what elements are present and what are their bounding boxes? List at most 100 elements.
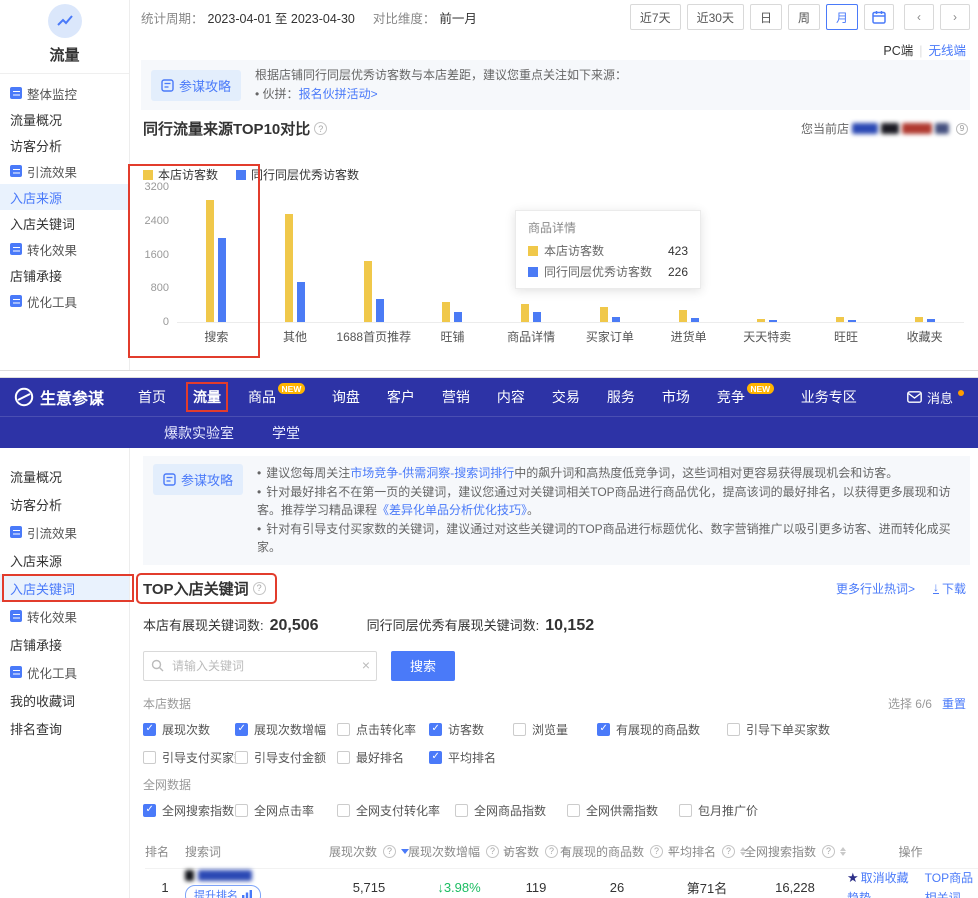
clear-icon[interactable]: × bbox=[362, 657, 370, 673]
checkbox-unchecked[interactable] bbox=[337, 804, 350, 817]
sidebar-item-入店关键词[interactable]: 入店关键词 bbox=[0, 210, 129, 236]
bar-peer[interactable] bbox=[927, 319, 935, 322]
bar-own-shop[interactable] bbox=[679, 310, 687, 322]
checkbox-unchecked[interactable] bbox=[513, 723, 526, 736]
filter-checkbox-全网点击率[interactable]: 全网点击率 bbox=[235, 802, 337, 819]
bar-peer[interactable] bbox=[848, 320, 856, 322]
range-button-周[interactable]: 周 bbox=[788, 4, 820, 30]
bullet-link[interactable]: 市场竞争-供需洞察-搜索词排行 bbox=[350, 466, 514, 480]
filter-checkbox-全网支付转化率[interactable]: 全网支付转化率 bbox=[337, 802, 455, 819]
checkbox-checked[interactable] bbox=[597, 723, 610, 736]
sidebar-item-优化工具[interactable]: 优化工具 bbox=[0, 288, 129, 314]
checkbox-unchecked[interactable] bbox=[235, 804, 248, 817]
nav-item-服务[interactable]: 服务 bbox=[607, 387, 635, 407]
checkbox-checked[interactable] bbox=[429, 751, 442, 764]
checkbox-unchecked[interactable] bbox=[567, 804, 580, 817]
next-page-button[interactable]: › bbox=[940, 4, 970, 30]
checkbox-unchecked[interactable] bbox=[143, 751, 156, 764]
sidebar-item-引流效果[interactable]: 引流效果 bbox=[0, 158, 129, 184]
bar-peer[interactable] bbox=[376, 299, 384, 322]
help-icon[interactable] bbox=[822, 845, 835, 858]
filter-checkbox-有展现的商品数[interactable]: 有展现的商品数 bbox=[597, 721, 727, 738]
filter-checkbox-引导下单买家数[interactable]: 引导下单买家数 bbox=[727, 721, 857, 738]
top-products-link[interactable]: TOP商品 bbox=[925, 869, 973, 886]
bar-own-shop[interactable] bbox=[521, 304, 529, 322]
bar-peer[interactable] bbox=[612, 317, 620, 322]
unfavorite-link[interactable]: ★取消收藏 bbox=[847, 869, 909, 886]
bar-peer[interactable] bbox=[297, 282, 305, 322]
sidebar-item-引流效果[interactable]: 引流效果 bbox=[0, 518, 129, 546]
checkbox-unchecked[interactable] bbox=[455, 804, 468, 817]
sidebar-item-转化效果[interactable]: 转化效果 bbox=[0, 236, 129, 262]
sidebar-item-转化效果[interactable]: 转化效果 bbox=[0, 602, 129, 630]
checkbox-checked[interactable] bbox=[429, 723, 442, 736]
bar-peer[interactable] bbox=[533, 312, 541, 322]
nav-item-竞争[interactable]: 竞争NEW bbox=[717, 387, 774, 407]
related-words-link[interactable]: 相关词 bbox=[925, 889, 973, 898]
subnav-item-学堂[interactable]: 学堂 bbox=[272, 423, 300, 443]
nav-item-询盘[interactable]: 询盘 bbox=[332, 387, 360, 407]
sidebar-item-访客分析[interactable]: 访客分析 bbox=[0, 490, 129, 518]
sidebar-item-访客分析[interactable]: 访客分析 bbox=[0, 132, 129, 158]
filter-checkbox-全网商品指数[interactable]: 全网商品指数 bbox=[455, 802, 567, 819]
checkbox-unchecked[interactable] bbox=[337, 723, 350, 736]
checkbox-unchecked[interactable] bbox=[727, 723, 740, 736]
sidebar-item-我的收藏词[interactable]: 我的收藏词 bbox=[0, 686, 129, 714]
checkbox-checked[interactable] bbox=[235, 723, 248, 736]
bar-peer[interactable] bbox=[691, 318, 699, 322]
filter-checkbox-浏览量[interactable]: 浏览量 bbox=[513, 721, 597, 738]
sidebar-item-排名查询[interactable]: 排名查询 bbox=[0, 714, 129, 742]
search-button[interactable]: 搜索 bbox=[391, 651, 455, 681]
brand[interactable]: 生意参谋 bbox=[14, 385, 104, 409]
sidebar-item-店铺承接[interactable]: 店铺承接 bbox=[0, 262, 129, 288]
bar-own-shop[interactable] bbox=[364, 261, 372, 322]
checkbox-unchecked[interactable] bbox=[679, 804, 692, 817]
help-icon[interactable] bbox=[383, 845, 396, 858]
help-icon[interactable] bbox=[650, 845, 663, 858]
calendar-button[interactable] bbox=[864, 4, 894, 30]
bar-own-shop[interactable] bbox=[285, 214, 293, 322]
range-button-日[interactable]: 日 bbox=[750, 4, 782, 30]
filter-checkbox-平均排名[interactable]: 平均排名 bbox=[429, 749, 513, 766]
subnav-item-爆款实验室[interactable]: 爆款实验室 bbox=[164, 423, 234, 443]
bar-own-shop[interactable] bbox=[836, 317, 844, 322]
nav-item-营销[interactable]: 营销 bbox=[442, 387, 470, 407]
filter-checkbox-引导支付金额[interactable]: 引导支付金额 bbox=[235, 749, 337, 766]
nav-item-业务专区[interactable]: 业务专区 bbox=[801, 387, 857, 407]
filter-checkbox-最好排名[interactable]: 最好排名 bbox=[337, 749, 429, 766]
checkbox-checked[interactable] bbox=[143, 723, 156, 736]
nav-item-交易[interactable]: 交易 bbox=[552, 387, 580, 407]
sidebar-item-流量概况[interactable]: 流量概况 bbox=[0, 106, 129, 132]
shop-note-icon[interactable]: 9 bbox=[956, 123, 968, 135]
bar-own-shop[interactable] bbox=[206, 200, 214, 322]
nav-item-客户[interactable]: 客户 bbox=[387, 387, 415, 407]
sidebar-item-优化工具[interactable]: 优化工具 bbox=[0, 658, 129, 686]
sidebar-item-流量概况[interactable]: 流量概况 bbox=[0, 462, 129, 490]
checkbox-unchecked[interactable] bbox=[235, 751, 248, 764]
checkbox-checked[interactable] bbox=[143, 804, 156, 817]
prev-page-button[interactable]: ‹ bbox=[904, 4, 934, 30]
more-hot-words-link[interactable]: 更多行业热词> bbox=[836, 580, 915, 597]
range-button-近30天[interactable]: 近30天 bbox=[687, 4, 744, 30]
bullet-link[interactable]: 《差异化单品分析优化技巧》 bbox=[377, 503, 527, 517]
filter-checkbox-展现次数增幅[interactable]: 展现次数增幅 bbox=[235, 721, 337, 738]
help-icon[interactable] bbox=[486, 845, 499, 858]
terminal-wireless[interactable]: 无线端 bbox=[928, 44, 966, 58]
bar-own-shop[interactable] bbox=[600, 307, 608, 322]
sidebar-item-入店来源[interactable]: 入店来源 bbox=[0, 184, 129, 210]
legend-item[interactable]: 同行同层优秀访客数 bbox=[236, 166, 359, 183]
nav-item-首页[interactable]: 首页 bbox=[138, 387, 166, 407]
nav-item-流量[interactable]: 流量 bbox=[193, 387, 221, 407]
bar-own-shop[interactable] bbox=[915, 317, 923, 322]
bar-peer[interactable] bbox=[769, 320, 777, 322]
checkbox-unchecked[interactable] bbox=[337, 751, 350, 764]
filter-checkbox-包月推广价[interactable]: 包月推广价 bbox=[679, 802, 779, 819]
help-icon[interactable] bbox=[722, 845, 735, 858]
download-link[interactable]: ↓ 下载 bbox=[933, 580, 966, 597]
trend-link[interactable]: 趋势 bbox=[847, 889, 909, 898]
nav-item-市场[interactable]: 市场 bbox=[662, 387, 690, 407]
sidebar-item-整体监控[interactable]: 整体监控 bbox=[0, 80, 129, 106]
bar-peer[interactable] bbox=[454, 312, 462, 322]
boost-rank-badge[interactable]: 提升排名 bbox=[185, 885, 261, 898]
filter-checkbox-点击转化率[interactable]: 点击转化率 bbox=[337, 721, 429, 738]
